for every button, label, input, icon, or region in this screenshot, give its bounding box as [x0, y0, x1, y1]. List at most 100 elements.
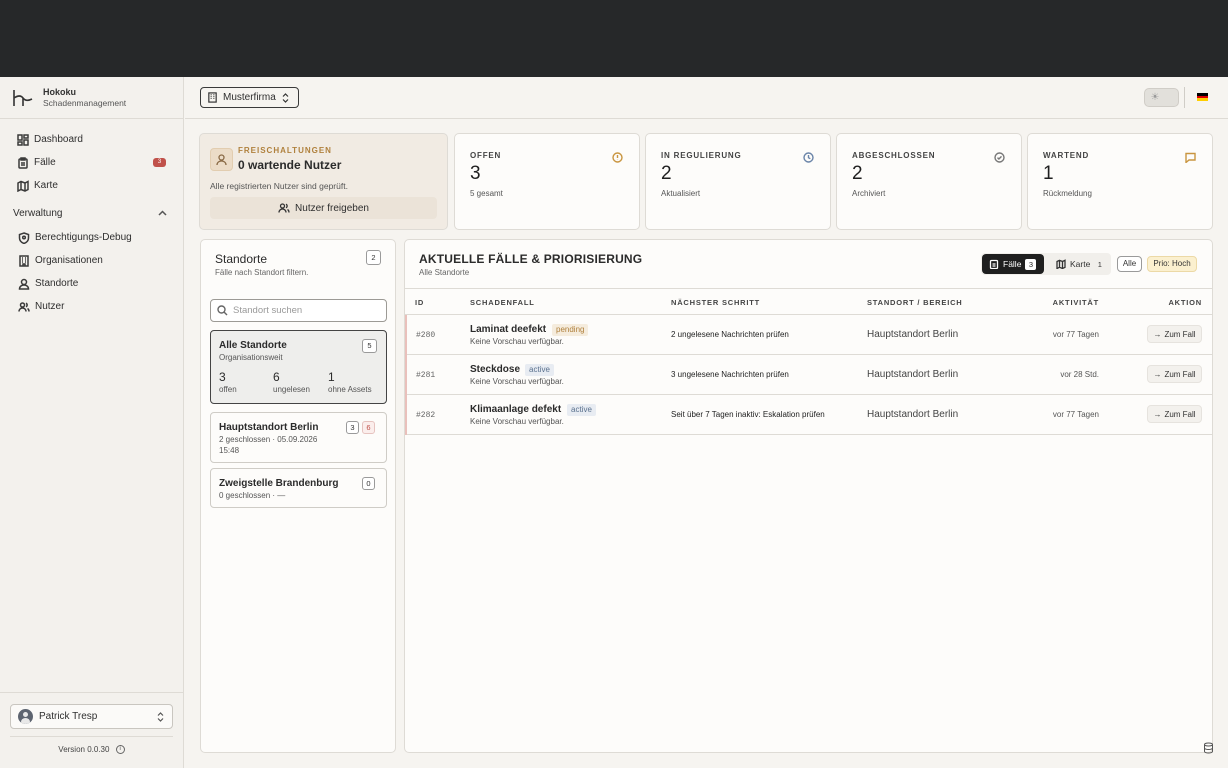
users-icon [278, 203, 290, 213]
divider [10, 736, 173, 737]
sidebar-item-label: Dashboard [34, 134, 83, 145]
location-meta-line: 2 geschlossen · 05.09.2026 [219, 435, 318, 444]
company-switcher[interactable]: Musterfirma [200, 87, 299, 108]
table-row[interactable]: #282 Klimaanlage defekt active Keine Vor… [405, 395, 1212, 435]
location-name: Alle Standorte [219, 340, 287, 351]
stat-value: 2 [661, 163, 672, 184]
button-label: Zum Fall [1164, 409, 1196, 419]
shield-icon [18, 231, 30, 244]
location-meta: 0 geschlossen · — [219, 491, 286, 500]
logo-icon [13, 89, 33, 106]
location-stat-offen: 3 offen [219, 370, 237, 394]
priority-stripe [405, 315, 407, 355]
release-label: FREISCHALTUNGEN [238, 146, 332, 155]
column-header[interactable]: NÄCHSTER SCHRITT [671, 298, 760, 307]
sidebar-item-label: Karte [34, 180, 58, 191]
case-name: Laminat deefekt [470, 324, 547, 335]
priority-stripe [405, 355, 407, 395]
stat-label: ABGESCHLOSSEN [852, 151, 936, 160]
stat-sub: Rückmeldung [1043, 189, 1092, 198]
sidebar-item-berechtigungs-debug[interactable]: Berechtigungs-Debug [0, 226, 183, 249]
stat-card-abgeschlossen[interactable]: ABGESCHLOSSEN 2 Archiviert [836, 133, 1022, 230]
stat-value: 3 [219, 370, 226, 384]
stat-value: 6 [273, 370, 280, 384]
stat-card-wartend[interactable]: WARTEND 1 Rückmeldung [1027, 133, 1213, 230]
column-header[interactable]: AKTION [1168, 298, 1202, 307]
tab-map[interactable]: Karte 1 [1049, 254, 1109, 274]
case-preview: Keine Vorschau verfügbar. [470, 377, 564, 386]
case-preview: Keine Vorschau verfügbar. [470, 417, 564, 426]
sidebar-group-verwaltung[interactable]: Verwaltung [0, 200, 183, 226]
status-badge: active [567, 404, 596, 416]
case-preview: Keine Vorschau verfügbar. [470, 337, 564, 346]
sidebar-item-nutzer[interactable]: Nutzer [0, 295, 183, 318]
case-id: #281 [416, 371, 436, 380]
sidebar-item-standorte[interactable]: Standorte [0, 272, 183, 295]
header: Musterfirma ☀ [185, 77, 1228, 119]
sidebar: Hokoku Schadenmanagement Dashboard Fälle… [0, 77, 184, 768]
cases-subtitle: Alle Standorte [419, 268, 470, 277]
location-user-icon [18, 278, 30, 290]
clock-icon [803, 152, 814, 163]
view-switch: Fälle 3 Karte 1 [981, 253, 1111, 275]
dashboard-icon [17, 133, 29, 146]
location-name: Hauptstandort Berlin [219, 422, 319, 433]
location-search-field[interactable] [210, 299, 387, 322]
filter-all-chip[interactable]: Alle [1117, 256, 1142, 272]
column-header[interactable]: AKTIVITÄT [1053, 298, 1099, 307]
next-step: Seit über 7 Tagen inaktiv: Eskalation pr… [671, 410, 825, 419]
user-switcher[interactable]: Patrick Tresp [10, 704, 173, 729]
open-case-button[interactable]: → Zum Fall [1147, 325, 1202, 343]
map-icon [17, 179, 29, 192]
location-stat-ungelesen: 6 ungelesen [273, 370, 310, 394]
stat-value: 1 [1043, 163, 1054, 184]
location-card-brandenburg[interactable]: Zweigstelle Brandenburg 0 geschlossen · … [210, 468, 387, 508]
open-case-button[interactable]: → Zum Fall [1147, 365, 1202, 383]
release-title: 0 wartende Nutzer [238, 158, 342, 172]
release-description: Alle registrierten Nutzer sind geprüft. [210, 181, 348, 191]
sidebar-item-label: Fälle [34, 157, 56, 168]
sidebar-item-karte[interactable]: Karte [0, 174, 183, 197]
location-search-input[interactable] [233, 305, 373, 316]
stat-card-in-regulierung[interactable]: IN REGULIERUNG 2 Aktualisiert [645, 133, 831, 230]
location-name: Zweigstelle Brandenburg [219, 478, 339, 489]
column-header[interactable]: ID [415, 298, 424, 307]
clipboard-icon [989, 259, 999, 269]
location-meta: 2 geschlossen · 05.09.2026 15:48 [219, 434, 317, 456]
theme-toggle[interactable]: ☀ [1144, 88, 1179, 107]
sidebar-item-organisationen[interactable]: Organisationen [0, 249, 183, 272]
language-flag-icon[interactable] [1197, 93, 1208, 101]
info-icon[interactable]: i [115, 745, 125, 755]
location-card-berlin[interactable]: Hauptstandort Berlin 2 geschlossen · 05.… [210, 412, 387, 463]
filter-prio-chip[interactable]: Prio: Hoch [1147, 256, 1197, 272]
stat-card-offen[interactable]: OFFEN 3 5 gesamt [454, 133, 640, 230]
company-name: Musterfirma [223, 92, 276, 103]
location-meta: Organisationsweit [219, 353, 283, 362]
stat-sub: Aktualisiert [661, 189, 701, 198]
chevron-up-icon [158, 209, 167, 216]
case-id: #282 [416, 411, 436, 420]
table-row[interactable]: #281 Steckdose active Keine Vorschau ver… [405, 355, 1212, 395]
release-users-button[interactable]: Nutzer freigeben [210, 197, 437, 219]
column-header[interactable]: SCHADENFALL [470, 298, 535, 307]
locations-count-badge: 2 [366, 250, 381, 265]
sidebar-item-label: Organisationen [35, 255, 103, 266]
column-header[interactable]: STANDORT / BEREICH [867, 298, 963, 307]
sun-icon: ☀ [1150, 92, 1160, 103]
button-label: Zum Fall [1164, 369, 1196, 379]
version-info: Version 0.0.30 i [0, 745, 183, 755]
cases-panel: AKTUELLE FÄLLE & PRIORISIERUNG Alle Stan… [404, 239, 1213, 753]
open-case-button[interactable]: → Zum Fall [1147, 405, 1202, 423]
arrow-right-icon: → [1153, 329, 1162, 339]
divider [1184, 87, 1185, 108]
location-card-all[interactable]: Alle Standorte Organisationsweit 5 3 off… [210, 330, 387, 404]
sidebar-item-faelle[interactable]: Fälle 3 [0, 151, 183, 174]
table-row[interactable]: #280 Laminat deefekt pending Keine Vorsc… [405, 315, 1212, 355]
unread-count-badge: 6 [362, 421, 375, 434]
sidebar-item-dashboard[interactable]: Dashboard [0, 128, 183, 151]
brand[interactable]: Hokoku Schadenmanagement [0, 77, 183, 119]
button-label: Zum Fall [1164, 329, 1196, 339]
next-step: 2 ungelesene Nachrichten prüfen [671, 330, 789, 339]
tab-cases[interactable]: Fälle 3 [982, 254, 1044, 274]
database-icon[interactable] [1203, 742, 1214, 754]
